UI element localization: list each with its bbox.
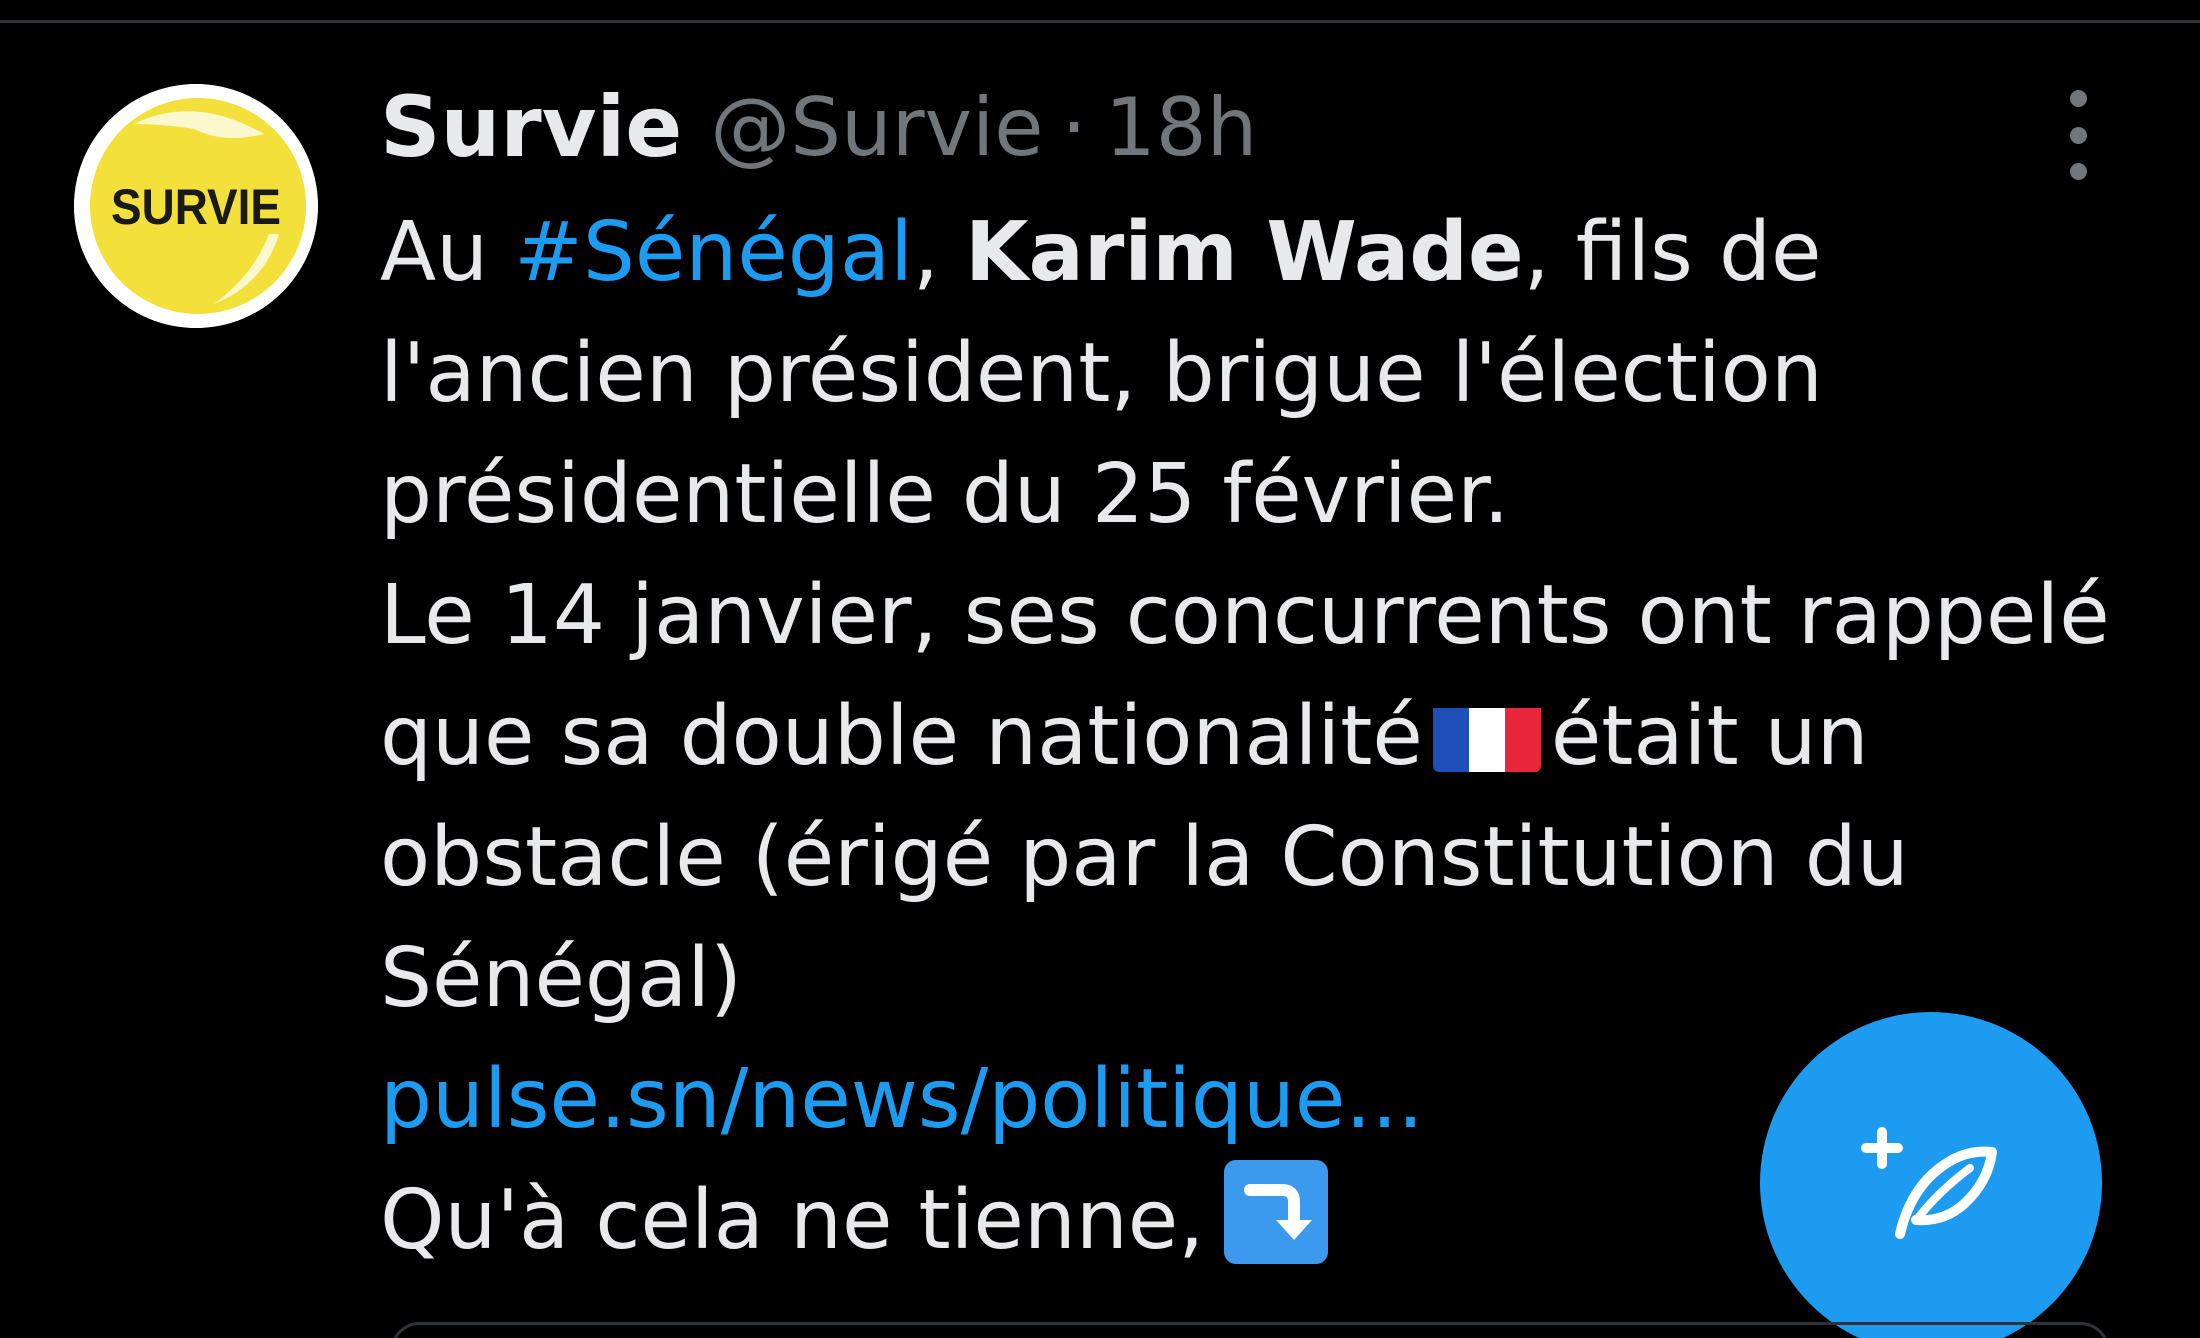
avatar[interactable]: SURVIE xyxy=(74,84,318,328)
tweet-header: Survie @Survie · 18h xyxy=(380,72,1257,182)
more-options-button[interactable] xyxy=(2038,90,2118,180)
link-card-preview[interactable] xyxy=(390,1322,2110,1338)
tweet-line: l'ancien président, brigue l'élection xyxy=(380,326,1823,421)
author-handle[interactable]: @Survie xyxy=(710,81,1043,174)
tweet-line: que sa double nationalité était un xyxy=(380,676,2160,797)
tweet-text-segment: , fils de xyxy=(1523,205,1822,300)
tweet-text-segment: était un xyxy=(1550,689,1869,784)
tweet-text-segment: Qu'à cela ne tienne, xyxy=(380,1173,1205,1268)
compose-tweet-button[interactable] xyxy=(1760,1012,2102,1338)
tweet-line: Au #Sénégal, Karim Wade, fils de xyxy=(380,192,2160,313)
author-name[interactable]: Survie xyxy=(380,78,682,176)
hashtag-link[interactable]: #Sénégal xyxy=(514,205,913,300)
more-vertical-icon xyxy=(2069,163,2087,180)
bold-name: Karim Wade xyxy=(965,205,1524,300)
avatar-label: SURVIE xyxy=(111,179,281,235)
tweet-text-segment: , xyxy=(912,205,965,300)
external-link[interactable]: pulse.sn/news/politique... xyxy=(380,1052,1424,1147)
tweet-text-segment: Au xyxy=(380,205,515,300)
tweet-screen: SURVIE Survie @Survie · 18h Au #Sénégal,… xyxy=(0,0,2200,1338)
avatar-logo: SURVIE xyxy=(74,84,318,328)
more-vertical-icon xyxy=(2069,90,2087,107)
tweet-line: présidentielle du 25 février. xyxy=(380,447,1510,542)
tweet-line: obstacle (érigé par la Constitution du xyxy=(380,810,1909,905)
more-vertical-icon xyxy=(2069,126,2087,144)
flag-france-emoji xyxy=(1432,696,1541,772)
tweet-timestamp[interactable]: 18h xyxy=(1105,81,1258,174)
right-arrow-curving-down-emoji xyxy=(1224,1160,1329,1264)
separator-dot: · xyxy=(1061,80,1087,174)
tweet-text-segment: que sa double nationalité xyxy=(380,689,1423,784)
compose-tweet-icon xyxy=(1861,1127,1997,1239)
top-divider xyxy=(0,20,2200,23)
tweet-line: Le 14 janvier, ses concurrents ont rappe… xyxy=(380,568,2110,663)
